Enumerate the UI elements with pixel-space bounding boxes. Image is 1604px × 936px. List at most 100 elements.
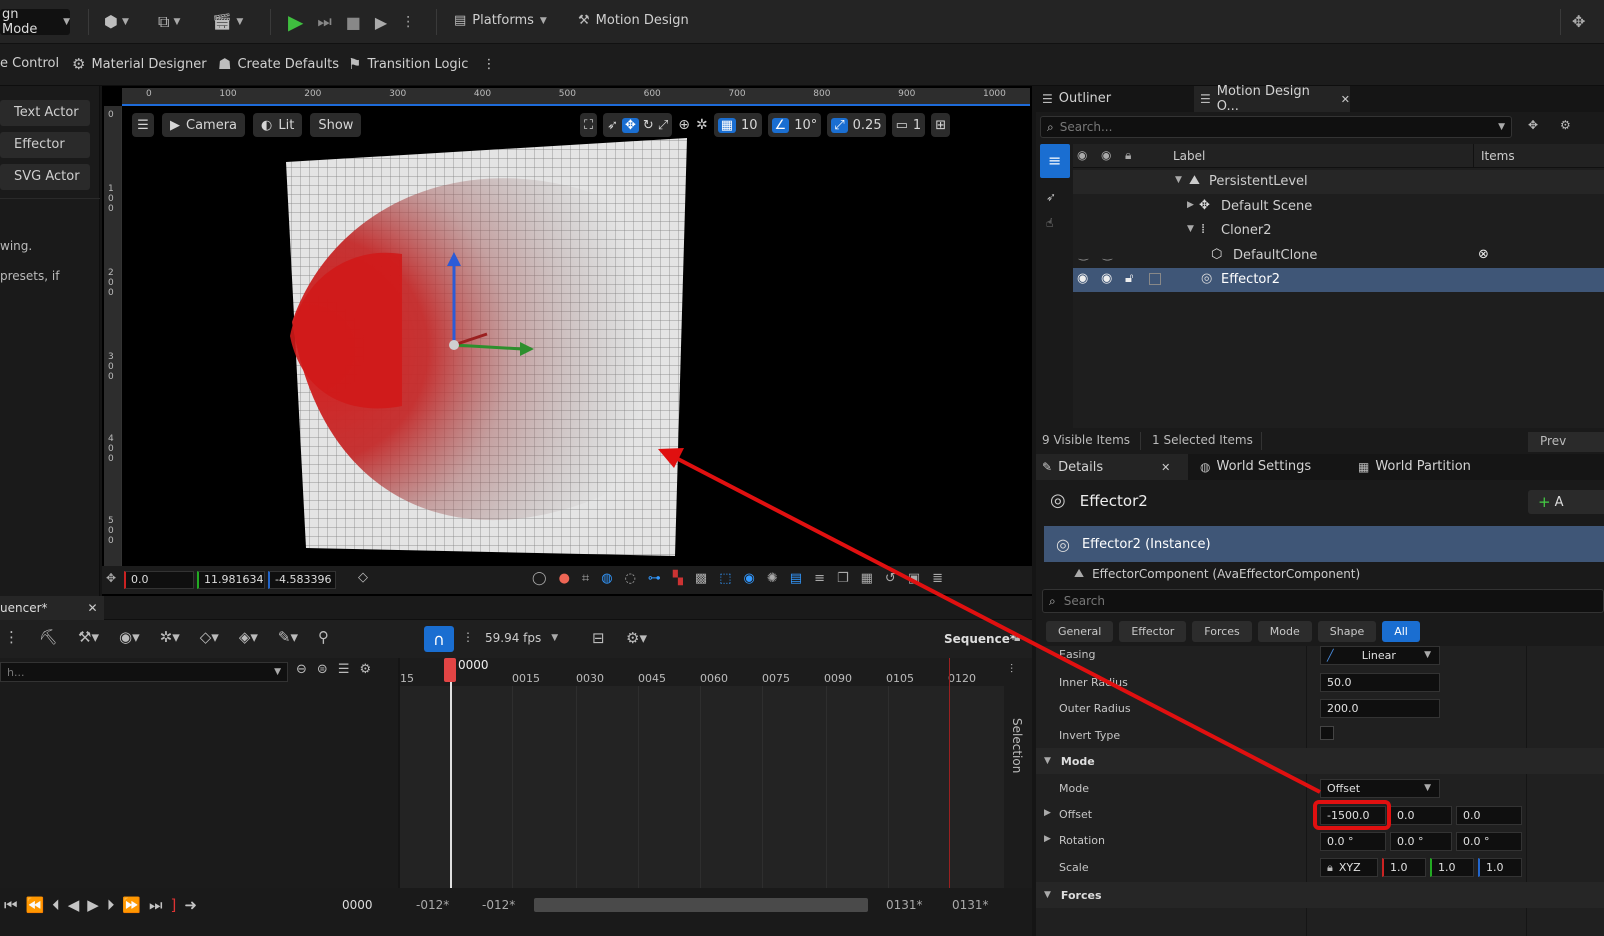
playhead-handle[interactable]: [444, 658, 456, 682]
easing-dropdown[interactable]: ╱ Linear ▼: [1320, 646, 1440, 665]
render-icon[interactable]: ⛏: [39, 628, 58, 646]
surface-snap-icon[interactable]: ✲: [696, 117, 708, 133]
fps-dropdown[interactable]: 59.94 fps ▼: [485, 631, 558, 645]
sequencer-timeline[interactable]: 15 0015 0030 0045 0060 0075 0090 0105 01…: [400, 658, 1004, 888]
reverse-icon[interactable]: ◀: [68, 896, 80, 914]
interp-icon[interactable]: ◈▾: [239, 628, 258, 646]
eject-icon[interactable]: ▶: [375, 13, 387, 32]
gamepad-icon[interactable]: ⊶: [648, 571, 661, 586]
play-icon[interactable]: ▶: [87, 896, 99, 914]
coord-z-field[interactable]: -4.583396: [268, 571, 336, 589]
preview-button[interactable]: Prev: [1528, 432, 1604, 452]
unlock-icon[interactable]: 🔓︎: [1125, 271, 1133, 286]
platforms-button[interactable]: ▤ Platforms ▼: [454, 13, 547, 28]
camera-speed-button[interactable]: ▭ 1: [891, 113, 926, 137]
chevron-right-icon[interactable]: ▶: [1044, 808, 1051, 818]
rotation-z-field[interactable]: 0.0 °: [1456, 832, 1522, 851]
sphere-icon[interactable]: ◌: [625, 571, 636, 586]
eye-icon[interactable]: ◉: [1101, 271, 1112, 286]
hand-tool-icon[interactable]: ☝: [1046, 216, 1053, 230]
tree-row-default-scene[interactable]: ▶ ✥ Default Scene: [1073, 195, 1604, 219]
outer-radius-field[interactable]: 200.0: [1320, 699, 1440, 718]
offset-y-field[interactable]: 0.0: [1390, 806, 1452, 825]
next-frame-icon[interactable]: ⏵: [107, 896, 115, 914]
jump-end-icon[interactable]: ⏭: [149, 896, 163, 914]
close-icon[interactable]: ✕: [1341, 93, 1350, 106]
layers-icon[interactable]: ❐: [837, 571, 849, 586]
scale-x-field[interactable]: 1.0: [1382, 858, 1426, 877]
rotate-icon[interactable]: ↻: [643, 118, 654, 133]
component-instance-row[interactable]: ◎ Effector2 (Instance): [1044, 526, 1604, 562]
lit-button[interactable]: ◐ Lit: [253, 113, 303, 137]
settings-icon[interactable]: ⚙: [1560, 118, 1571, 132]
playhead-line[interactable]: [450, 678, 452, 888]
grid-icon[interactable]: ⌗: [582, 571, 589, 586]
forces-section-header[interactable]: ▼ Forces: [1036, 882, 1604, 908]
coord-y-field[interactable]: 11.981634: [197, 571, 265, 589]
jump-start-icon[interactable]: ⏮: [4, 896, 18, 914]
filter-forces[interactable]: Forces: [1192, 621, 1252, 642]
align-icon[interactable]: ≡: [814, 571, 825, 586]
sliders-icon[interactable]: ⫶: [1010, 662, 1013, 677]
camera-button[interactable]: ▶ Camera: [162, 113, 246, 137]
checker-icon[interactable]: ▩: [695, 571, 707, 586]
filter-all[interactable]: All: [1382, 621, 1420, 642]
filter-icon[interactable]: ≣: [932, 571, 943, 586]
show-button[interactable]: Show: [310, 113, 362, 137]
more-options-icon[interactable]: ⋮: [4, 628, 19, 646]
tab-details[interactable]: ✎ Details ✕: [1036, 454, 1188, 480]
hidden-eye-icon[interactable]: ‿: [1103, 248, 1112, 261]
marker-icon[interactable]: ⚲: [318, 628, 329, 646]
filter-general[interactable]: General: [1046, 621, 1114, 642]
tab-world-partition[interactable]: ▦ World Partition: [1358, 459, 1471, 474]
layout-button[interactable]: ⊞: [931, 113, 951, 137]
create-defaults-button[interactable]: ☗ Create Defaults: [218, 55, 339, 73]
level-viewport[interactable]: [102, 86, 1032, 596]
tree-row-persistent-level[interactable]: ▼ ⛰ PersistentLevel: [1073, 170, 1604, 194]
list-icon[interactable]: ☰: [338, 662, 350, 677]
add-component-button[interactable]: + A: [1528, 490, 1604, 514]
shape-icon[interactable]: ◯: [532, 571, 547, 586]
grid-snap-button[interactable]: ▦ 10: [713, 113, 762, 137]
camera-cut-icon[interactable]: ⊟: [592, 629, 605, 647]
mode-section-header[interactable]: ▼ Mode: [1036, 748, 1604, 774]
inner-radius-field[interactable]: 50.0: [1320, 673, 1440, 692]
timeline-scrollbar[interactable]: [534, 898, 868, 912]
tree-row-cloner[interactable]: ▼ ⁞ Cloner2: [1073, 219, 1604, 243]
actor-icon[interactable]: ✲▾: [160, 628, 180, 646]
play-icon[interactable]: ▶: [288, 10, 303, 34]
prev-frame-icon[interactable]: ⏴: [52, 896, 60, 914]
lights-icon[interactable]: ◍: [601, 571, 612, 586]
snap-magnet-icon[interactable]: ∩: [424, 626, 454, 652]
eye-icon[interactable]: ◉: [1077, 271, 1088, 286]
offset-z-field[interactable]: 0.0: [1456, 806, 1522, 825]
world-icon[interactable]: ⊕: [678, 117, 690, 133]
filter-button[interactable]: ≡: [1040, 144, 1070, 178]
cinematics-button[interactable]: 🎬︎ ▼: [212, 12, 243, 31]
scale-z-field[interactable]: 1.0: [1478, 858, 1522, 877]
details-search-input[interactable]: ⌕ Search: [1042, 589, 1604, 613]
svg-actor-button[interactable]: SVG Actor: [0, 164, 90, 190]
add-filter-icon[interactable]: ✥: [1528, 118, 1538, 132]
add-actor-button[interactable]: ⬢ ▼: [104, 12, 129, 31]
close-icon[interactable]: ✕: [1161, 461, 1170, 474]
eye-icon[interactable]: ◉▾: [119, 628, 140, 646]
tab-world-settings[interactable]: ◍ World Settings: [1200, 459, 1311, 474]
settings-icon[interactable]: ⚙▾: [626, 629, 647, 647]
expand-icon[interactable]: ⊜: [317, 662, 328, 677]
filter-mode[interactable]: Mode: [1257, 621, 1312, 642]
rotation-x-field[interactable]: 0.0 °: [1320, 832, 1386, 851]
scale-lock-toggle[interactable]: 🔒︎ XYZ: [1320, 858, 1378, 877]
viewport-menu-button[interactable]: ☰: [132, 113, 154, 137]
refresh-icon[interactable]: ↺: [885, 571, 896, 586]
color-wheel-icon[interactable]: ●: [559, 571, 570, 586]
record-bracket-icon[interactable]: ]: [171, 896, 177, 914]
frame-button[interactable]: ⛶: [580, 113, 598, 137]
tree-row-default-clone[interactable]: ‿ ‿ ⬡ DefaultClone ⊗: [1073, 244, 1604, 268]
image-icon[interactable]: ▣: [908, 571, 920, 586]
guides-icon[interactable]: ▤: [790, 571, 802, 586]
lock-icon[interactable]: 🔒︎: [1014, 630, 1020, 645]
keyframe-icon[interactable]: ◇▾: [200, 628, 219, 646]
collapse-icon[interactable]: ⊖: [296, 662, 307, 677]
more-options-icon[interactable]: ⋮: [482, 57, 495, 72]
